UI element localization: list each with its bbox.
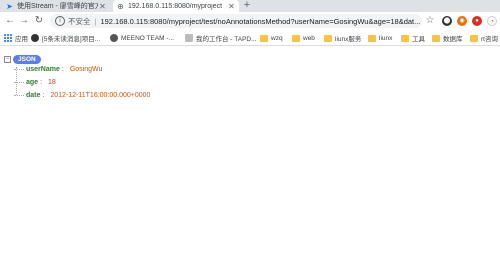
globe-icon: ⊕	[117, 1, 124, 11]
json-value-string: GosingWu	[69, 65, 103, 73]
folder-icon	[292, 34, 300, 42]
json-colon: :	[40, 78, 43, 86]
json-colon: :	[42, 91, 45, 99]
json-key: age	[26, 78, 39, 86]
bookmark-folder-liunx[interactable]: liunx	[368, 33, 392, 43]
json-value-number: 18	[48, 78, 56, 86]
bookmarks-bar: 应用 [5条未读消息]项目... MEENO TEAM -... 我的工作台 -…	[0, 30, 500, 46]
tree-branch	[14, 68, 24, 70]
bookmark-apps[interactable]: 应用	[4, 33, 28, 43]
reload-button[interactable]: ↻	[33, 15, 45, 27]
close-icon[interactable]: ✕	[227, 2, 236, 11]
extension-icon[interactable]: ⬤	[442, 16, 452, 26]
security-label: 不安全	[68, 16, 91, 26]
json-entry-date: date : 2012-12-11T16:00:00.000+0000	[14, 90, 150, 100]
csdn-icon	[31, 34, 39, 42]
collapse-toggle[interactable]: −	[4, 56, 11, 63]
browser-toolbar: ← → ↻ i 不安全 | 192.168.0.115:8080/myproje…	[0, 12, 500, 30]
tree-branch	[14, 94, 24, 96]
info-icon[interactable]: i	[55, 16, 65, 26]
tab-title: 192.168.0.115:8080/myproject	[128, 2, 223, 10]
bookmark-folder-rt[interactable]: rt咨询	[470, 33, 498, 43]
bookmark-csdn[interactable]: [5条未读消息]项目...	[31, 33, 100, 43]
tab-bar: ➤ 使用Stream - 廖雪峰的官方网站 ✕ ⊕ 192.168.0.115:…	[0, 0, 500, 12]
folder-icon	[368, 34, 376, 42]
json-entry-age: age : 18	[14, 77, 56, 87]
folder-icon	[260, 34, 268, 42]
json-key: userName	[26, 65, 60, 73]
folder-icon	[470, 34, 478, 42]
bookmark-folder-wzq[interactable]: wzq	[260, 33, 283, 43]
page-content: − JSON userName : GosingWu age : 18 date…	[0, 47, 500, 271]
apps-grid-icon	[4, 34, 12, 42]
url-text[interactable]: 192.168.0.115:8080/myproject/test/noAnno…	[100, 17, 420, 26]
folder-icon	[401, 34, 409, 42]
json-root: − JSON	[4, 55, 41, 64]
bookmark-tapd[interactable]: 我的工作台 - TAPD...	[185, 33, 257, 43]
tab-stream[interactable]: ➤ 使用Stream - 廖雪峰的官方网站 ✕	[2, 0, 110, 12]
forward-button[interactable]: →	[18, 15, 30, 27]
tapd-icon	[185, 34, 193, 42]
new-tab-button[interactable]: +	[241, 0, 253, 12]
folder-icon	[432, 34, 440, 42]
json-value-string: 2012-12-11T16:00:00.000+0000	[50, 91, 151, 99]
stream-favicon-icon: ➤	[6, 1, 13, 11]
back-button[interactable]: ←	[4, 15, 16, 27]
json-colon: :	[61, 65, 64, 73]
json-root-badge[interactable]: JSON	[13, 55, 41, 64]
extension-icon[interactable]: ●	[472, 16, 482, 26]
json-entry-username: userName : GosingWu	[14, 64, 102, 74]
tab-current[interactable]: ⊕ 192.168.0.115:8080/myproject ✕	[113, 0, 239, 12]
separator: |	[94, 16, 97, 26]
bookmark-folder-tools[interactable]: 工具	[401, 33, 425, 43]
json-key: date	[26, 91, 41, 99]
address-bar[interactable]: i 不安全 | 192.168.0.115:8080/myproject/tes…	[50, 14, 422, 28]
bookmark-folder-liunx-service[interactable]: liunx服务	[324, 33, 361, 43]
tree-branch	[14, 81, 24, 83]
folder-icon	[324, 34, 332, 42]
extension-icon[interactable]: ◉	[457, 16, 467, 26]
bookmark-star-icon[interactable]: ☆	[424, 15, 436, 27]
meeno-icon	[110, 34, 118, 42]
close-icon[interactable]: ✕	[98, 2, 107, 11]
tab-title: 使用Stream - 廖雪峰的官方网站	[17, 3, 98, 10]
bookmark-folder-database[interactable]: 数据库	[432, 33, 463, 43]
profile-avatar[interactable]: ◔	[487, 16, 497, 26]
bookmark-meeno[interactable]: MEENO TEAM -...	[110, 33, 174, 43]
bookmark-folder-web[interactable]: web	[292, 33, 315, 43]
